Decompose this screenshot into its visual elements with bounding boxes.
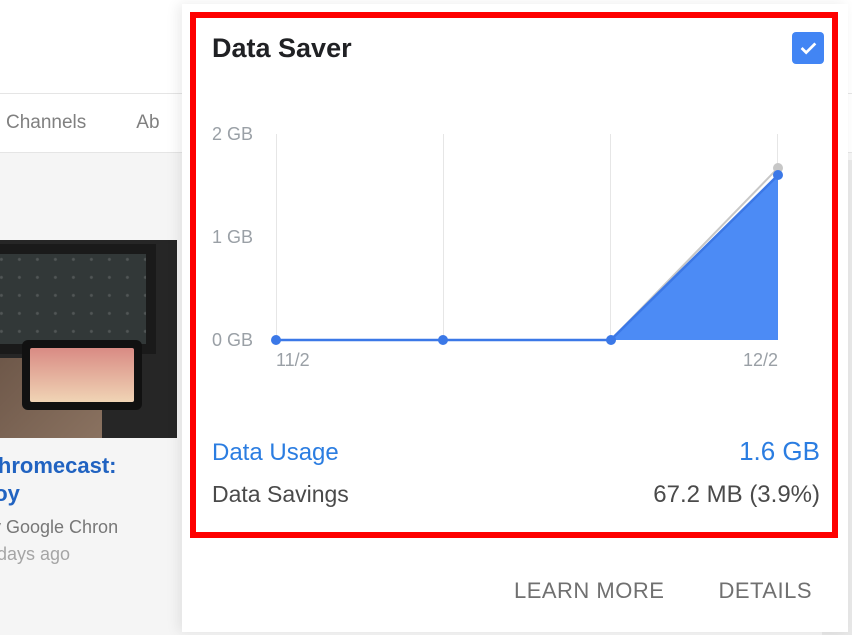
tab-channels[interactable]: Channels (0, 112, 86, 134)
usage-chart: 2 GB 1 GB 0 GB 11/2 12/2 (212, 134, 812, 364)
data-saver-panel: Data Saver 2 GB 1 GB 0 GB (182, 4, 848, 632)
video-card[interactable]: Chromecast: Joy by Google Chron 4 days a… (0, 240, 177, 565)
check-icon (797, 37, 819, 59)
chart-data-point (438, 335, 448, 345)
data-saver-toggle[interactable] (792, 32, 824, 64)
data-usage-label: Data Usage (212, 439, 339, 467)
data-savings-label: Data Savings (212, 481, 349, 508)
data-savings-value: 67.2 MB (3.9%) (653, 481, 820, 509)
video-title[interactable]: Chromecast: Joy (0, 452, 177, 507)
y-tick-label: 2 GB (212, 124, 253, 145)
details-button[interactable]: DETAILS (718, 578, 812, 604)
video-thumbnail[interactable] (0, 240, 177, 438)
video-age: 4 days ago (0, 544, 177, 565)
learn-more-button[interactable]: LEARN MORE (514, 578, 664, 604)
y-tick-label: 1 GB (212, 227, 253, 248)
chart-data-point (606, 335, 616, 345)
x-tick-label: 11/2 (276, 350, 310, 371)
video-author[interactable]: by Google Chron (0, 517, 177, 538)
data-usage-value: 1.6 GB (739, 436, 820, 467)
data-saver-title: Data Saver (212, 33, 352, 64)
x-tick-label: 12/2 (743, 350, 778, 371)
chart-data-point (271, 335, 281, 345)
tab-about[interactable]: Ab (86, 112, 159, 134)
chart-data-point (773, 170, 783, 180)
y-tick-label: 0 GB (212, 330, 253, 351)
